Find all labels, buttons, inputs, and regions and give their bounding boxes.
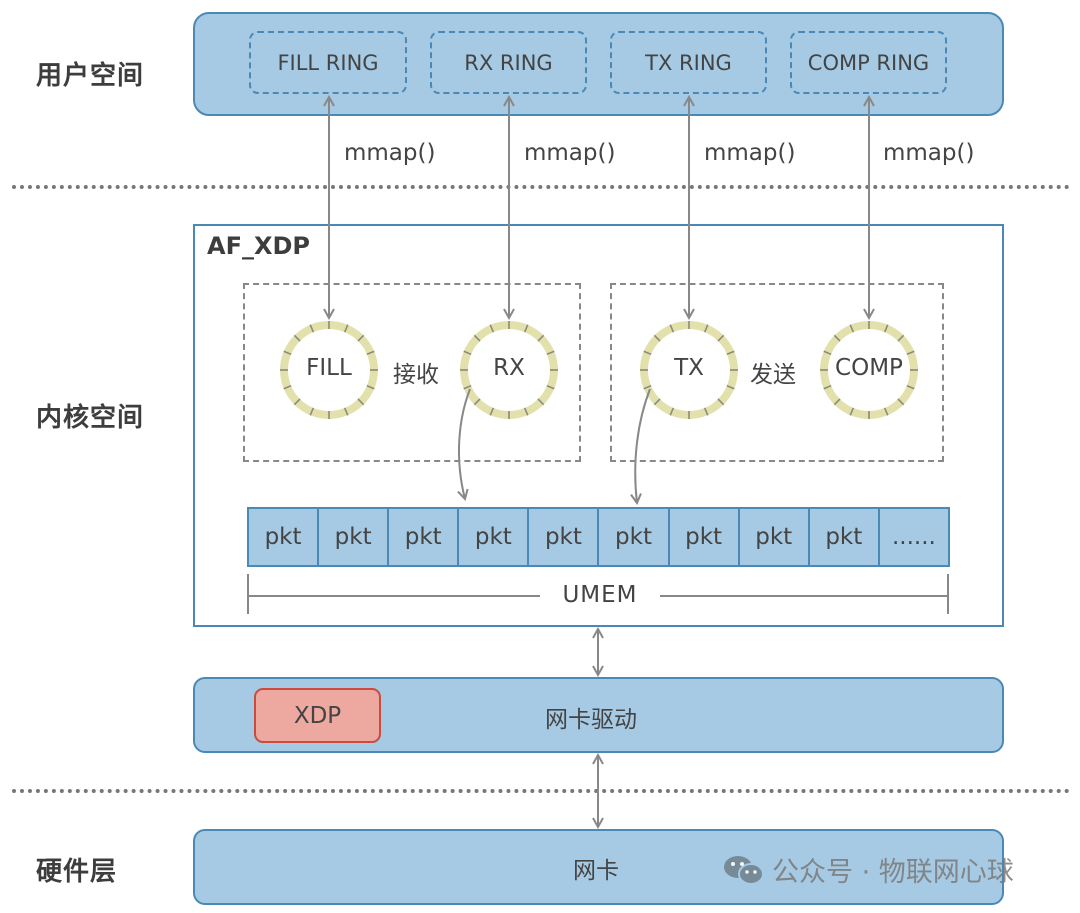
umem-cell: ...... xyxy=(891,524,936,550)
nic-label: 网卡 xyxy=(573,858,619,884)
umem-cell: pkt xyxy=(459,509,530,565)
umem-cell: pkt xyxy=(670,509,740,565)
mmap-label-fill: mmap() xyxy=(344,140,436,166)
umem-cell: pkt xyxy=(810,509,880,565)
rx-ring-label: RX xyxy=(493,355,525,381)
comp-ring-box: COMP RING xyxy=(790,31,947,94)
umem-label: UMEM xyxy=(540,582,660,608)
mmap-label-tx: mmap() xyxy=(704,140,796,166)
kernel-space-label: 内核空间 xyxy=(36,403,145,433)
tx-ring-box: TX RING xyxy=(610,31,767,94)
umem-cell: pkt xyxy=(389,509,460,565)
user-kernel-separator xyxy=(12,185,1070,189)
fill-ring-box: FILL RING xyxy=(249,31,407,94)
mmap-label-comp: mmap() xyxy=(883,140,975,166)
wechat-icon xyxy=(724,855,764,885)
umem-cell: pkt xyxy=(599,509,670,565)
umem-buffer: pkt pkt pkt pkt pkt pkt pkt pkt pkt ....… xyxy=(247,507,950,567)
kernel-hardware-separator xyxy=(12,789,1070,793)
xdp-box: XDP xyxy=(254,688,381,743)
fill-ring-label: FILL xyxy=(306,355,352,381)
umem-cell: pkt xyxy=(740,509,810,565)
mmap-label-rx: mmap() xyxy=(524,140,616,166)
umem-cell: pkt xyxy=(249,509,320,565)
user-space-label: 用户空间 xyxy=(36,61,145,91)
receive-label: 接收 xyxy=(393,362,439,388)
umem-cell: pkt xyxy=(529,509,600,565)
send-label: 发送 xyxy=(750,362,796,388)
comp-ring-label: COMP xyxy=(835,355,903,381)
af-xdp-title: AF_XDP xyxy=(207,232,310,260)
watermark: 公众号 · 物联网心球 xyxy=(722,850,1014,889)
nic-driver-label: 网卡驱动 xyxy=(545,707,637,733)
tx-ring-label: TX xyxy=(674,355,704,381)
hardware-layer-label: 硬件层 xyxy=(36,857,118,887)
watermark-text: 公众号 · 物联网心球 xyxy=(772,857,1014,888)
rx-ring-box: RX RING xyxy=(430,31,587,94)
umem-cell: pkt xyxy=(319,509,390,565)
